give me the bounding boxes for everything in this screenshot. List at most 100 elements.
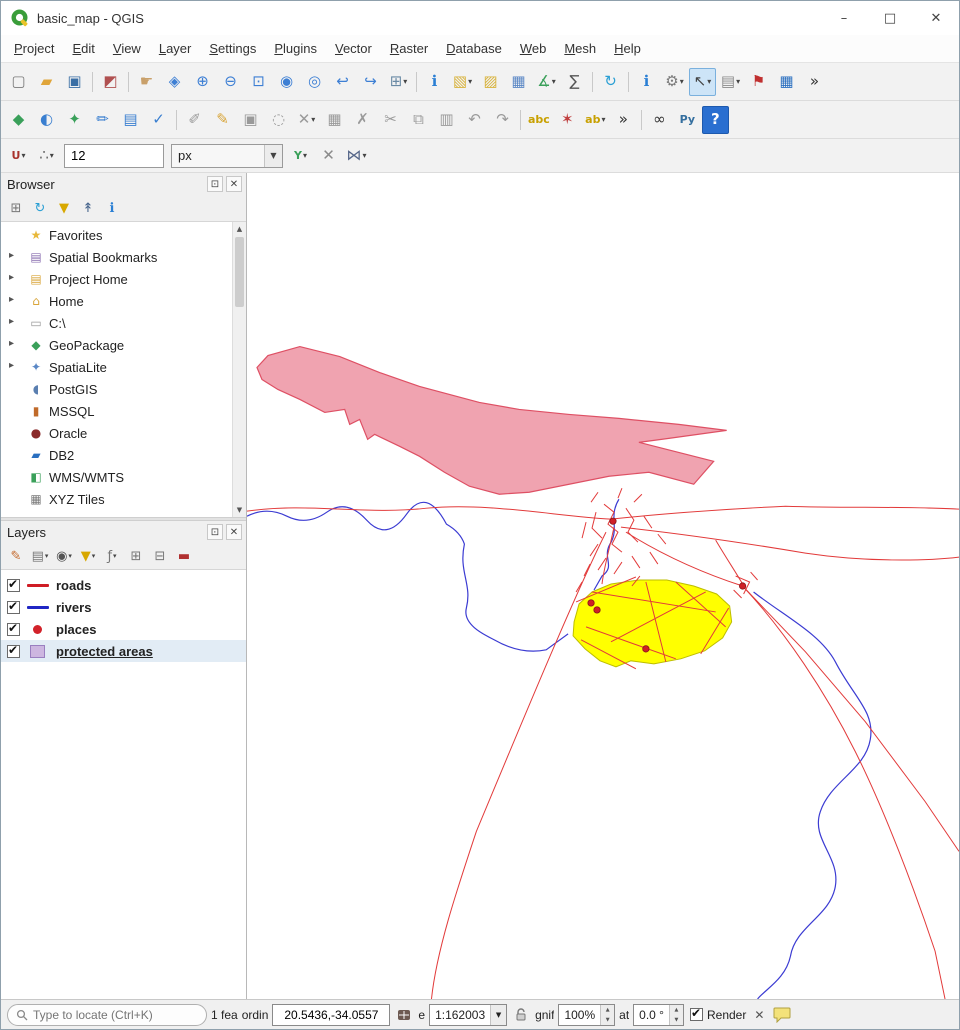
cut-features-icon[interactable]: ✂: [377, 106, 404, 134]
dropdown-caret-icon[interactable]: [303, 151, 307, 160]
manage-map-themes-icon[interactable]: ◉: [53, 545, 75, 567]
snapping-remove-icon[interactable]: ✕: [315, 142, 342, 170]
combo-caret-icon[interactable]: [264, 145, 282, 167]
menu-item[interactable]: Raster: [381, 37, 437, 60]
browser-item[interactable]: ◆ GeoPackage: [1, 334, 232, 356]
pan-map-icon[interactable]: ☛: [133, 68, 160, 96]
style-manager-icon[interactable]: ◩: [97, 68, 124, 96]
maximize-button[interactable]: □: [867, 1, 913, 35]
browser-item[interactable]: ▤ Project Home: [1, 268, 232, 290]
spin-up-icon[interactable]: [670, 1005, 683, 1015]
map-tips-icon[interactable]: ℹ: [633, 68, 660, 96]
layer-labeling-icon[interactable]: abc: [525, 106, 553, 134]
dropdown-caret-icon[interactable]: [113, 552, 117, 560]
rotation-spinbox[interactable]: 0.0 °: [633, 1004, 684, 1026]
browser-item[interactable]: ★ Favorites: [1, 224, 232, 246]
locate-input[interactable]: [33, 1008, 193, 1022]
zoom-in-icon[interactable]: ⊕: [189, 68, 216, 96]
new-gpx-layer-icon[interactable]: ✓: [145, 106, 172, 134]
scrollbar-thumb[interactable]: [235, 237, 244, 307]
python-console-icon[interactable]: Py: [674, 106, 701, 134]
save-layer-edits-icon[interactable]: ▣: [237, 106, 264, 134]
new-shapefile-layer-icon[interactable]: ◐: [33, 106, 60, 134]
collapse-all-layers-icon[interactable]: ⊟: [149, 545, 171, 567]
paste-features-icon[interactable]: ▥: [433, 106, 460, 134]
pin-labels-icon[interactable]: ab: [582, 106, 609, 134]
copy-features-icon[interactable]: ⧉: [405, 106, 432, 134]
close-button[interactable]: ✕: [913, 1, 959, 35]
zoom-last-icon[interactable]: ↩: [329, 68, 356, 96]
panel-close-button[interactable]: ✕: [226, 524, 242, 540]
messages-bubble-icon[interactable]: [772, 1004, 792, 1026]
menu-item[interactable]: Web: [511, 37, 556, 60]
new-virtual-layer-icon[interactable]: ✏: [89, 106, 116, 134]
menu-item[interactable]: View: [104, 37, 150, 60]
add-selected-layer-icon[interactable]: ⊞: [5, 197, 27, 219]
render-toggle[interactable]: Render: [690, 1008, 746, 1022]
map-protected-area-north[interactable]: [257, 347, 727, 495]
metasearch-icon[interactable]: ∞: [646, 106, 673, 134]
snapping-units-dropdown[interactable]: px: [171, 144, 283, 168]
browser-scrollbar[interactable]: [232, 222, 246, 517]
menu-item[interactable]: Help: [605, 37, 650, 60]
dropdown-caret-icon[interactable]: [92, 552, 96, 560]
open-project-icon[interactable]: ▰: [33, 68, 60, 96]
new-spatialite-layer-icon[interactable]: ✦: [61, 106, 88, 134]
browser-item[interactable]: ▮ MSSQL: [1, 400, 232, 422]
zoom-next-icon[interactable]: ↪: [357, 68, 384, 96]
zoom-full-icon[interactable]: ⊡: [245, 68, 272, 96]
browser-item[interactable]: ▰ DB2: [1, 444, 232, 466]
dropdown-caret-icon[interactable]: [50, 151, 54, 160]
layer-checkbox[interactable]: [7, 579, 20, 592]
select-tool-active-icon[interactable]: ↖: [689, 68, 716, 96]
map-canvas[interactable]: [247, 173, 959, 999]
enable-tracing-icon[interactable]: Y: [287, 142, 314, 170]
menu-item[interactable]: Plugins: [265, 37, 326, 60]
stop-rendering-icon[interactable]: ✕: [750, 1008, 768, 1022]
measure-icon[interactable]: ∡: [533, 68, 560, 96]
pan-to-selection-icon[interactable]: ◈: [161, 68, 188, 96]
statistical-summary-icon[interactable]: ∑: [561, 68, 588, 96]
scale-combobox[interactable]: 1:162003: [429, 1004, 507, 1026]
dropdown-caret-icon[interactable]: [403, 77, 407, 86]
snapping-mode-icon[interactable]: ∴: [33, 142, 60, 170]
spinbox-arrows[interactable]: [669, 1005, 683, 1025]
new-project-icon[interactable]: ▢: [5, 68, 32, 96]
delete-selected-icon[interactable]: ✗: [349, 106, 376, 134]
panel-float-button[interactable]: ⊡: [207, 524, 223, 540]
dropdown-caret-icon[interactable]: [45, 552, 49, 560]
expand-all-icon[interactable]: ⊞: [125, 545, 147, 567]
browser-item[interactable]: ▭ C:\: [1, 312, 232, 334]
open-attribute-table-icon[interactable]: ▦: [505, 68, 532, 96]
properties-widget-icon[interactable]: ℹ: [101, 197, 123, 219]
spin-down-icon[interactable]: [670, 1015, 683, 1025]
toolbar-overflow-icon[interactable]: »: [610, 106, 637, 134]
current-edits-icon[interactable]: ✐: [181, 106, 208, 134]
spin-up-icon[interactable]: [601, 1005, 614, 1015]
layer-item[interactable]: protected areas: [1, 640, 246, 662]
new-mesh-layer-icon[interactable]: ▤: [117, 106, 144, 134]
spinbox-arrows[interactable]: [600, 1005, 614, 1025]
spin-down-icon[interactable]: [601, 1015, 614, 1025]
menu-item[interactable]: Edit: [63, 37, 103, 60]
browser-item[interactable]: ● Oracle: [1, 422, 232, 444]
save-project-icon[interactable]: ▣: [61, 68, 88, 96]
browser-item[interactable]: ◖ PostGIS: [1, 378, 232, 400]
lock-scale-icon[interactable]: [511, 1004, 531, 1026]
avoid-intersections-icon[interactable]: ⋈: [343, 142, 370, 170]
layer-checkbox[interactable]: [7, 645, 20, 658]
new-geopackage-layer-icon[interactable]: ◆: [5, 106, 32, 134]
new-map-view-icon[interactable]: ⊞: [385, 68, 412, 96]
browser-item[interactable]: ▤ Spatial Bookmarks: [1, 246, 232, 268]
expand-arrow-icon[interactable]: [9, 294, 14, 305]
menu-item[interactable]: Project: [5, 37, 63, 60]
enable-snapping-icon[interactable]: U: [5, 142, 32, 170]
select-features-icon[interactable]: ▧: [449, 68, 476, 96]
new-report-icon[interactable]: ⚑: [745, 68, 772, 96]
redo-icon[interactable]: ↷: [489, 106, 516, 134]
render-checkbox[interactable]: [690, 1008, 703, 1021]
remove-layer-icon[interactable]: ▬: [173, 545, 195, 567]
refresh-map-icon[interactable]: ↻: [597, 68, 624, 96]
dropdown-caret-icon[interactable]: [362, 151, 366, 160]
layer-item[interactable]: places: [1, 618, 246, 640]
